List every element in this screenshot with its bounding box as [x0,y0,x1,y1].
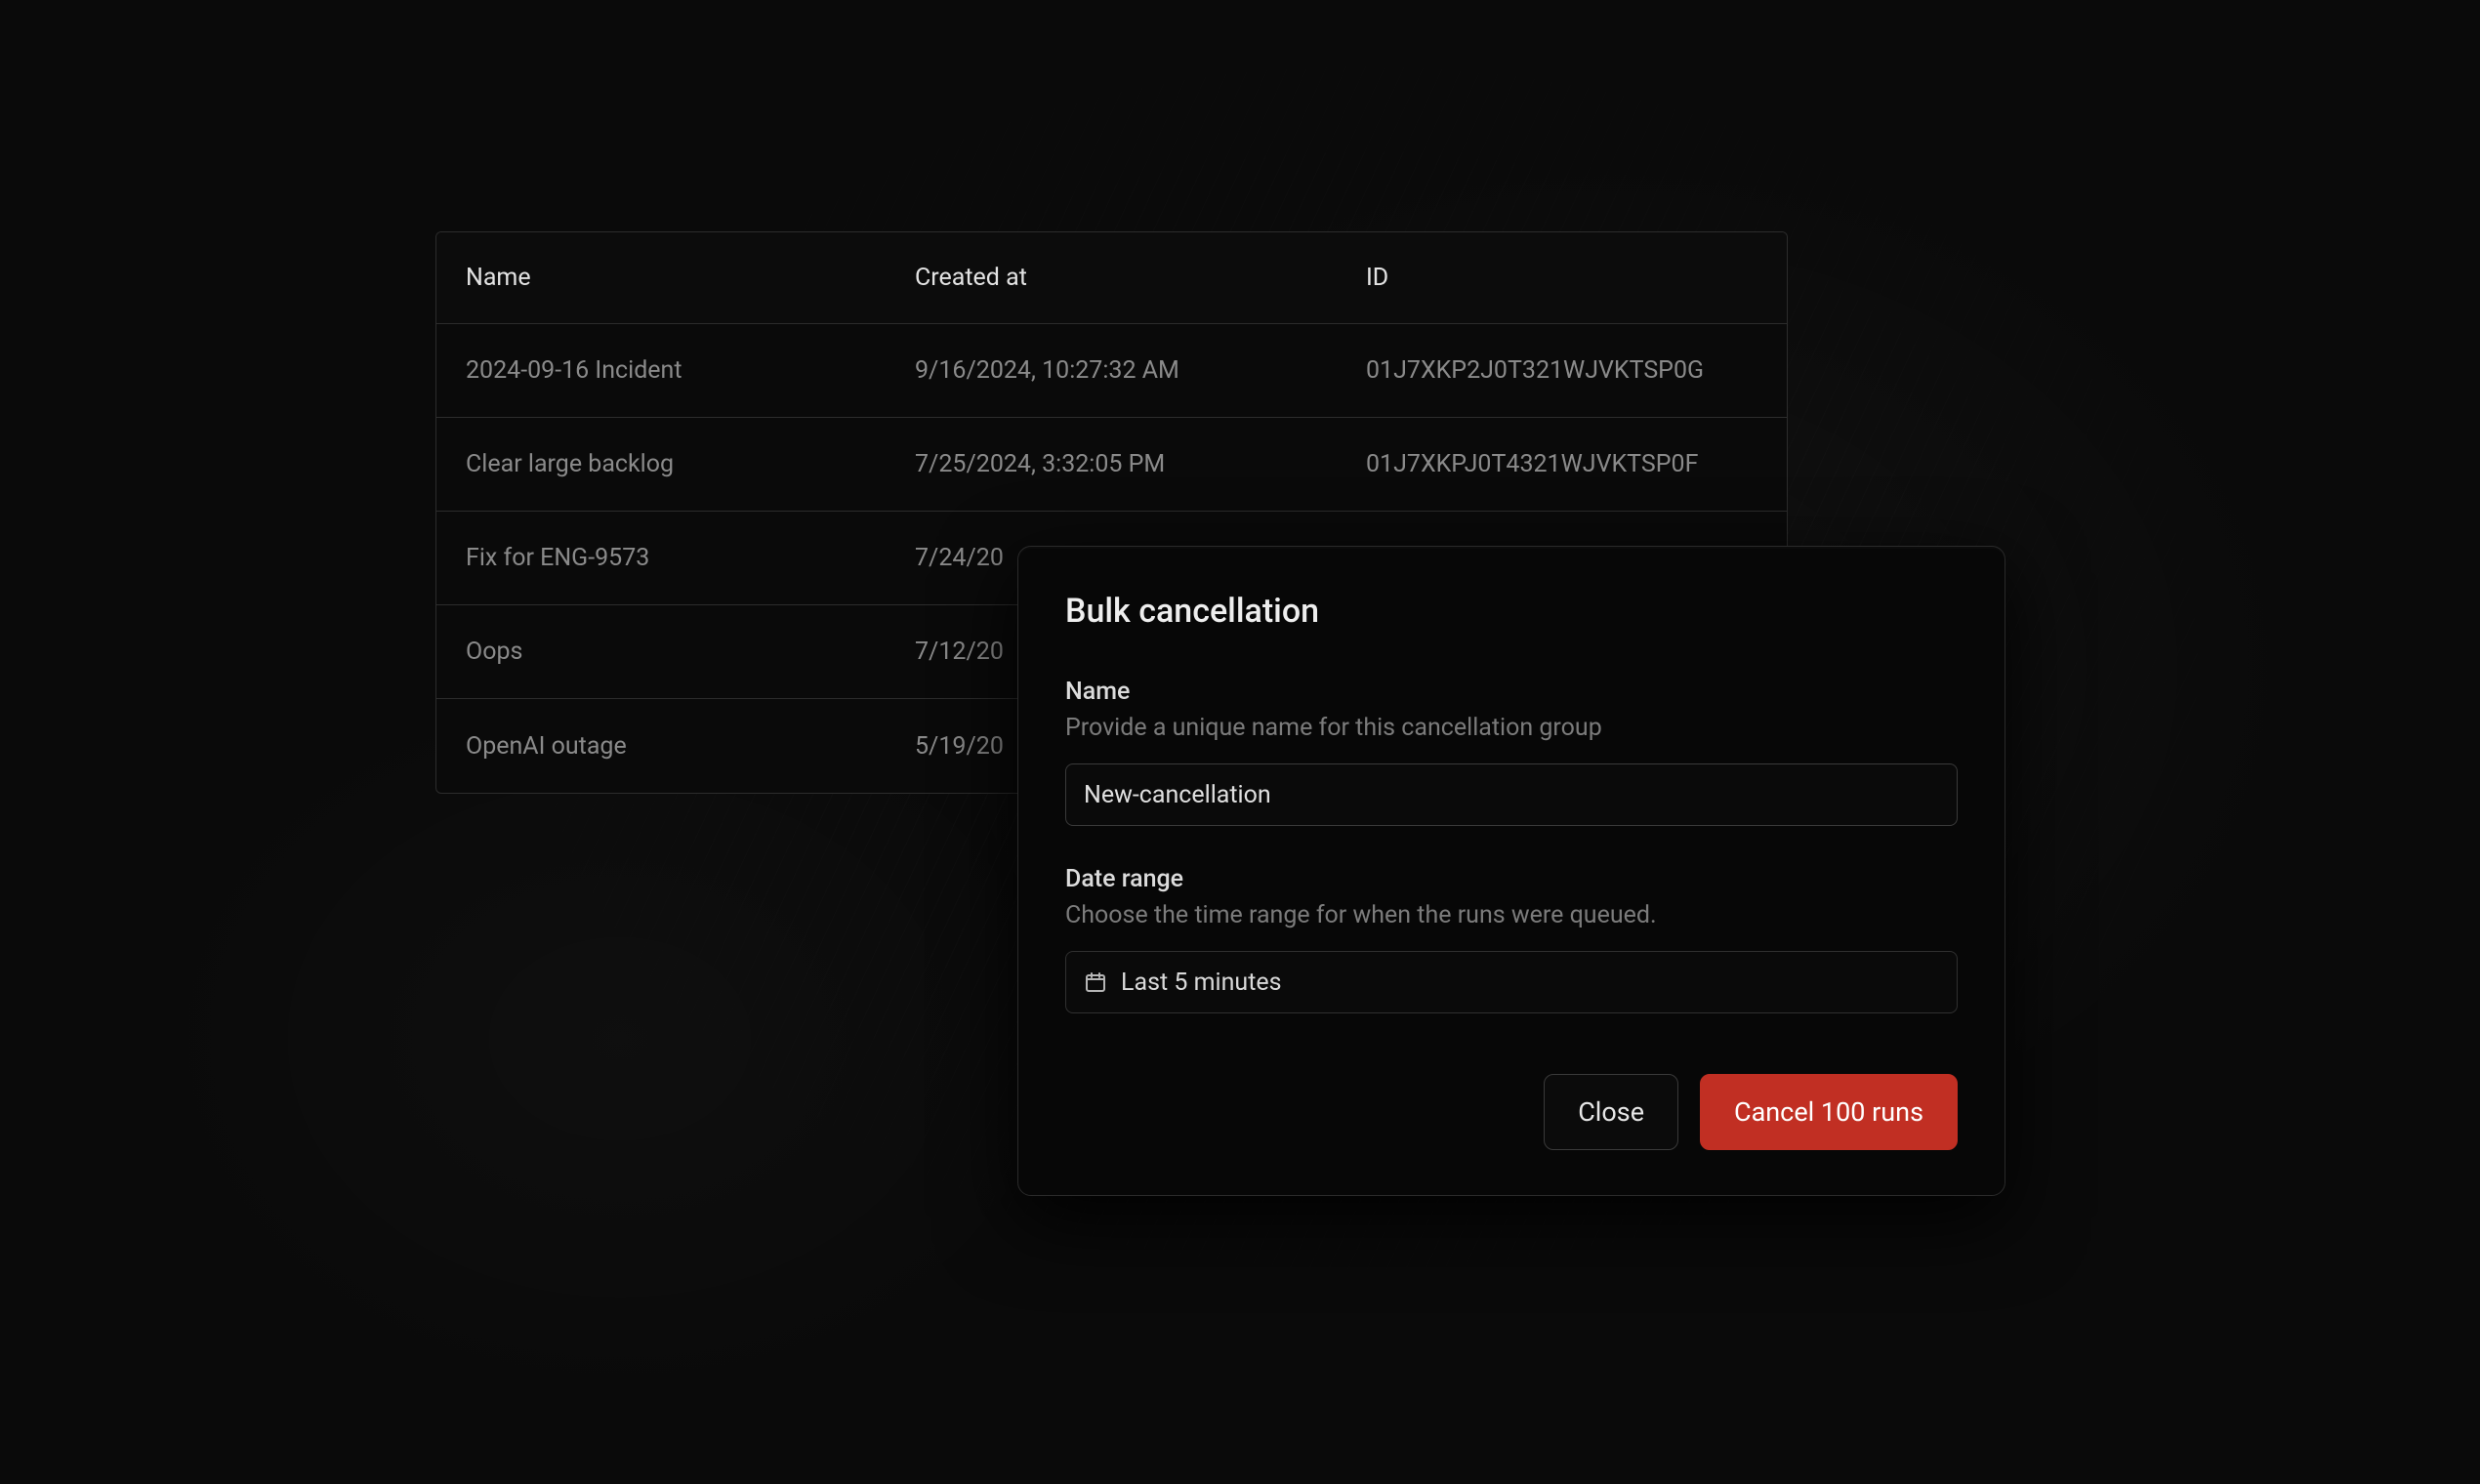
table-header-name: Name [466,264,915,292]
cell-name: Clear large backlog [466,450,915,478]
cell-id: 01J7XKPJ0T4321WJVKTSP0F [1366,450,1757,478]
cell-name: 2024-09-16 Incident [466,356,915,385]
close-button[interactable]: Close [1544,1074,1678,1150]
date-range-field-help: Choose the time range for when the runs … [1065,901,1958,929]
cell-name: Fix for ENG-9573 [466,544,915,572]
cancellation-name-input[interactable] [1065,763,1958,826]
cell-name: Oops [466,638,915,666]
date-range-field-label: Date range [1065,865,1958,893]
bulk-cancellation-dialog: Bulk cancellation Name Provide a unique … [1017,546,2005,1196]
table-header-row: Name Created at ID [436,232,1787,324]
dialog-title: Bulk cancellation [1065,592,1958,631]
cell-id: 01J7XKP2J0T321WJVKTSP0G [1366,356,1757,385]
table-row[interactable]: Clear large backlog 7/25/2024, 3:32:05 P… [436,418,1787,512]
calendar-icon [1084,970,1107,994]
name-field-block: Name Provide a unique name for this canc… [1065,678,1958,826]
name-field-label: Name [1065,678,1958,706]
date-range-select[interactable]: Last 5 minutes [1065,951,1958,1013]
cell-created-at: 9/16/2024, 10:27:32 AM [915,356,1366,385]
table-header-id: ID [1366,264,1757,292]
cell-name: OpenAI outage [466,732,915,761]
name-field-help: Provide a unique name for this cancellat… [1065,714,1958,742]
date-range-field-block: Date range Choose the time range for whe… [1065,865,1958,1013]
date-range-selected-value: Last 5 minutes [1121,969,1282,997]
table-row[interactable]: 2024-09-16 Incident 9/16/2024, 10:27:32 … [436,324,1787,418]
cancel-runs-button[interactable]: Cancel 100 runs [1700,1074,1958,1150]
cell-created-at: 7/25/2024, 3:32:05 PM [915,450,1366,478]
table-header-created-at: Created at [915,264,1366,292]
dialog-actions: Close Cancel 100 runs [1065,1074,1958,1150]
